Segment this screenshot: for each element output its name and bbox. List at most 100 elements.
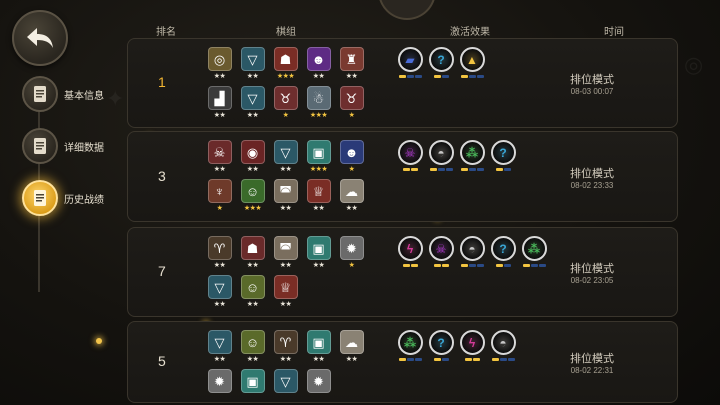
- white-spike-icon: ✹: [306, 369, 331, 393]
- unit-slot[interactable]: ♈ ★★: [206, 236, 233, 270]
- synergy-badge[interactable]: ⁂: [459, 140, 485, 171]
- unit-slot[interactable]: ◎ ★★: [206, 47, 233, 81]
- unit-slot[interactable]: ☗ ★★: [239, 236, 266, 270]
- unit-stars: ★★: [246, 301, 259, 308]
- unit-slot[interactable]: ✹ ★: [338, 236, 365, 270]
- nav-item-0[interactable]: 基本信息: [22, 76, 104, 112]
- unit-slot[interactable]: ♆ ★: [206, 179, 233, 213]
- unit-stars: ★★★: [276, 73, 295, 80]
- document-icon: [22, 76, 58, 112]
- synergy-badge[interactable]: ?: [428, 47, 454, 78]
- unit-slot[interactable]: ▽: [272, 369, 299, 394]
- unit-slot[interactable]: ◉ ★★: [239, 140, 266, 174]
- purple-hair-icon: ☻: [306, 47, 331, 71]
- unit-slot[interactable]: ☁ ★★: [338, 179, 365, 213]
- blue-ogre-icon: ☻: [339, 140, 364, 164]
- unit-slot[interactable]: ♜ ★★: [338, 47, 365, 81]
- synergy-level-segment: [414, 75, 422, 78]
- unit-slot[interactable]: ▟ ★★: [206, 86, 233, 120]
- unit-slot[interactable]: ▽ ★★: [239, 86, 266, 120]
- unit-slot[interactable]: ✹: [206, 369, 233, 394]
- bolt-icon: ϟ: [459, 330, 485, 355]
- synergy-badge[interactable]: ◓: [428, 140, 454, 171]
- unit-stars: ★★: [312, 262, 325, 269]
- skull-icon: ☠: [428, 236, 454, 261]
- match-row[interactable]: 5 ▽ ★★ ☺ ★★ ♈ ★★ ▣ ★★ ☁ ★★ ✹ ▣ ▽ ✹ ⁂? ϟ ◓ 排位模式 08-02 22:31: [127, 321, 678, 403]
- unit-slot[interactable]: ▣ ★★★: [305, 140, 332, 174]
- synergy-level-bar: [398, 75, 422, 78]
- red-antler-icon: ♆: [207, 179, 232, 203]
- unit-slot[interactable]: ☃ ★★★: [305, 86, 332, 120]
- synergy-badge[interactable]: ▲: [459, 47, 485, 78]
- unit-slot[interactable]: ♉ ★: [272, 86, 299, 120]
- unit-slot[interactable]: ▣: [239, 369, 266, 394]
- synergy-level-segment: [491, 358, 499, 361]
- red-beast-icon: ☗: [240, 236, 265, 260]
- synergy-badge[interactable]: ◓: [459, 236, 485, 267]
- synergy-level-segment: [398, 358, 406, 361]
- unit-slot[interactable]: ☗ ★★★: [272, 47, 299, 81]
- red-eyes-icon: ◉: [240, 140, 265, 164]
- white-hat-icon: ◚: [273, 236, 298, 260]
- synergy-list: ▰? ▲: [397, 47, 485, 78]
- unit-slot[interactable]: ▽ ★★: [272, 140, 299, 174]
- synergy-badge[interactable]: ☠: [428, 236, 454, 267]
- match-time: 08-02 23:05: [570, 276, 614, 285]
- synergy-level-segment: [460, 168, 468, 171]
- unit-slot[interactable]: ♕ ★★: [272, 275, 299, 309]
- unit-slot[interactable]: ▽ ★★: [206, 275, 233, 309]
- nav-item-1[interactable]: 详细数据: [22, 128, 104, 164]
- skull-icon: ☠: [397, 140, 423, 165]
- match-row[interactable]: 1 ◎ ★★ ▽ ★★ ☗ ★★★ ☻ ★★ ♜ ★★ ▟ ★★ ▽ ★★ ♉ ★ ☃ ★★★ ♉ ★ ▰? ▲ 排位模式 08…: [127, 38, 678, 128]
- triangle-icon: ▲: [459, 47, 485, 72]
- unit-stars: ★★: [312, 73, 325, 80]
- red-helmet-icon: ♜: [339, 47, 364, 71]
- synergy-level-segment: [503, 264, 511, 267]
- unit-slot[interactable]: ◚ ★★: [272, 179, 299, 213]
- synergy-badge[interactable]: ?: [490, 236, 516, 267]
- synergy-level-bar: [464, 358, 480, 361]
- unit-stars: ★★: [213, 73, 226, 80]
- synergy-badge[interactable]: ⁂: [397, 330, 423, 361]
- red-tophat-icon: ♕: [306, 179, 331, 203]
- unit-slot[interactable]: ☺ ★★: [239, 275, 266, 309]
- unit-slot[interactable]: ▽ ★★: [206, 330, 233, 364]
- match-row[interactable]: 7 ♈ ★★ ☗ ★★ ◚ ★★ ▣ ★★ ✹ ★ ▽ ★★ ☺ ★★ ♕ ★★ ϟ ☠ ◓? ⁂ 排位模式 08-02 2…: [127, 227, 678, 317]
- unit-slot[interactable]: ◚ ★★: [272, 236, 299, 270]
- unit-slot[interactable]: ▣ ★★: [305, 236, 332, 270]
- unit-slot[interactable]: ▽ ★★: [239, 47, 266, 81]
- match-mode: 排位模式: [570, 353, 614, 365]
- unit-slot[interactable]: ☺ ★★: [239, 330, 266, 364]
- trio-icon: ⁂: [397, 330, 423, 355]
- unit-slot[interactable]: ☻ ★★: [305, 47, 332, 81]
- header-rank: 排名: [156, 27, 176, 38]
- synergy-badge[interactable]: ▰: [397, 47, 423, 78]
- unit-slot[interactable]: ▣ ★★: [305, 330, 332, 364]
- unit-stars: ★★: [279, 301, 292, 308]
- back-button[interactable]: [12, 10, 68, 66]
- synergy-badge[interactable]: ☠: [397, 140, 423, 171]
- unit-slot[interactable]: ☺ ★★★: [239, 179, 266, 213]
- unit-slot[interactable]: ♉ ★: [338, 86, 365, 120]
- info-document-icon: [22, 128, 58, 164]
- synergy-level-segment: [476, 168, 484, 171]
- red-horned-icon: ♉: [273, 86, 298, 110]
- synergy-badge[interactable]: ?: [428, 330, 454, 361]
- synergy-list: ⁂? ϟ ◓: [397, 330, 516, 361]
- synergy-level-segment: [441, 75, 449, 78]
- green-goblin-icon: ☺: [240, 179, 265, 203]
- synergy-badge[interactable]: ϟ: [397, 236, 423, 267]
- unit-slot[interactable]: ✹: [305, 369, 332, 394]
- unit-slot[interactable]: ♕ ★★: [305, 179, 332, 213]
- unit-slot[interactable]: ☻ ★: [338, 140, 365, 174]
- synergy-level-segment: [495, 168, 503, 171]
- unit-slot[interactable]: ☁ ★★: [338, 330, 365, 364]
- synergy-badge[interactable]: ϟ: [459, 330, 485, 361]
- synergy-badge[interactable]: ◓: [490, 330, 516, 361]
- synergy-badge[interactable]: ?: [490, 140, 516, 171]
- synergy-level-bar: [433, 358, 449, 361]
- match-row[interactable]: 3 ☠ ★★ ◉ ★★ ▽ ★★ ▣ ★★★ ☻ ★ ♆ ★ ☺ ★★★ ◚ ★★ ♕ ★★ ☁ ★★ ☠ ◓ ⁂? 排位模式 0…: [127, 131, 678, 222]
- unit-slot[interactable]: ☠ ★★: [206, 140, 233, 174]
- unit-slot[interactable]: ♈ ★★: [272, 330, 299, 364]
- nav-item-2[interactable]: 历史战绩: [22, 180, 104, 216]
